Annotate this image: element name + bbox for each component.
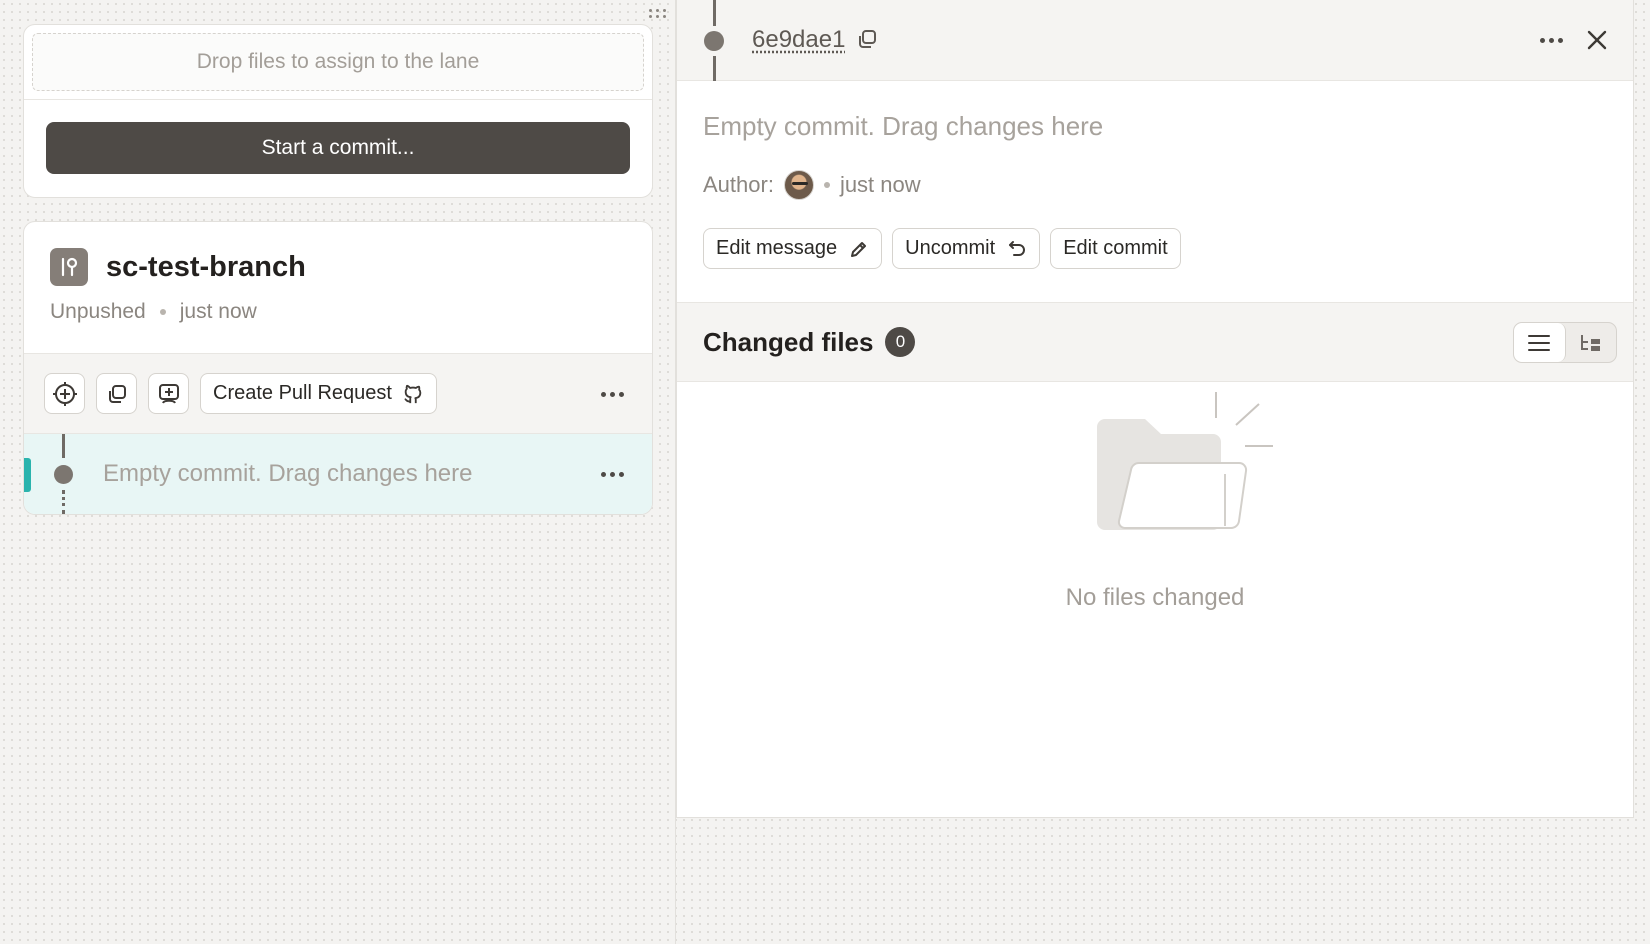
edit-commit-button[interactable]: Edit commit [1050,228,1181,269]
branch-header[interactable]: sc-test-branch Unpushed just now [24,222,652,354]
empty-state-text: No files changed [1065,584,1245,611]
list-view-button[interactable] [1514,323,1566,362]
branch-meta: Unpushed just now [50,300,626,324]
commit-node-icon [54,465,73,484]
author-row: Author: just now [703,170,1607,200]
list-icon [1528,334,1551,351]
commit-graph-line [713,0,716,26]
branch-lane: Drop files to assign to the lane Start a… [0,0,676,944]
branch-more-button[interactable] [594,376,630,412]
changed-files-header: Changed files 0 [677,303,1633,382]
uncommit-button[interactable]: Uncommit [892,228,1041,269]
uncommit-label: Uncommit [905,237,996,259]
author-label: Author: [703,172,774,197]
branch-icon [50,248,88,286]
close-icon [1587,30,1607,50]
lane-drag-handle[interactable] [649,9,667,18]
commit-detail-body: Empty commit. Drag changes here Author: … [677,81,1633,303]
tree-icon [1580,334,1600,351]
empty-folder-icon [1097,392,1273,530]
commit-detail-more-button[interactable] [1533,22,1569,58]
copy-icon [859,30,876,48]
dot-separator [159,309,166,315]
commit-detail-panel: 6e9dae1 Empty commit. Drag changes here … [676,0,1634,818]
author-time: just now [839,172,921,197]
branch-actions-bar: Create Pull Request [24,354,652,434]
copy-branch-button[interactable] [96,373,137,414]
branch-status: Unpushed [50,300,146,323]
branch-time: just now [179,300,257,323]
crosshair-plus-icon [52,381,77,406]
commit-detail-header: 6e9dae1 [677,0,1633,81]
commit-node-icon [704,31,724,51]
review-plus-icon [158,383,179,404]
commit-graph-line-dotted [62,490,65,514]
close-button[interactable] [1579,22,1615,58]
commit-row[interactable]: Empty commit. Drag changes here [24,434,652,514]
copy-sha-button[interactable] [856,28,878,55]
commit-message: Empty commit. Drag changes here [703,111,1104,141]
tree-view-button[interactable] [1566,323,1617,362]
edit-commit-label: Edit commit [1063,237,1168,259]
commit-graph-line [62,434,65,458]
undo-icon [1009,240,1026,256]
file-view-toggle [1513,322,1617,363]
pencil-icon [851,241,867,257]
create-pr-label: Create Pull Request [213,382,392,404]
commit-sha-link[interactable]: 6e9dae1 [752,26,845,54]
empty-state: No files changed [677,382,1633,612]
divider [24,99,652,100]
commit-start-card: Drop files to assign to the lane Start a… [23,24,653,198]
github-icon [404,384,422,403]
add-dependent-branch-button[interactable] [44,373,85,414]
edit-message-button[interactable]: Edit message [703,228,883,269]
commit-actions: Edit message Uncommit Edit commit [703,228,1607,269]
edit-message-label: Edit message [716,237,838,259]
add-review-button[interactable] [148,373,189,414]
commit-graph-line [713,56,716,81]
selected-indicator [24,458,31,492]
branch-card: sc-test-branch Unpushed just now Create … [23,221,653,515]
avatar [783,170,814,200]
drop-zone[interactable]: Drop files to assign to the lane [32,33,644,91]
branch-name: sc-test-branch [106,250,306,283]
commit-message: Empty commit. Drag changes here [103,460,473,487]
dot-separator [823,182,830,188]
create-pull-request-button[interactable]: Create Pull Request [200,373,437,414]
commit-more-button[interactable] [594,456,630,492]
changed-files-title: Changed files [703,326,874,357]
changed-files-count-badge: 0 [885,327,916,357]
start-commit-button[interactable]: Start a commit... [46,122,630,174]
copy-icon [108,384,126,403]
